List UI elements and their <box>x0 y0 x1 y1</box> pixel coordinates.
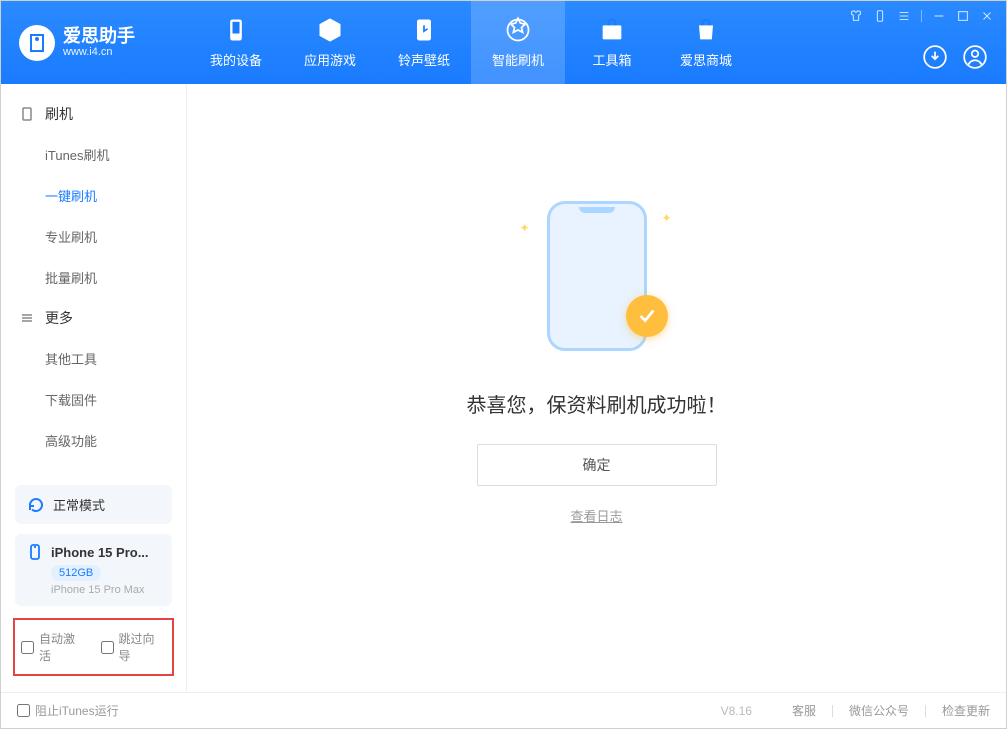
success-illustration: ✦ ✦ <box>532 191 662 361</box>
maximize-icon[interactable] <box>956 9 970 23</box>
app-header: 爱思助手 www.i4.cn 我的设备 应用游戏 铃声壁纸 智能刷机 工具箱 爱… <box>1 1 1006 84</box>
close-icon[interactable] <box>980 9 994 23</box>
sidebar-item-pro-flash[interactable]: 专业刷机 <box>1 216 186 257</box>
sidebar-item-itunes-flash[interactable]: iTunes刷机 <box>1 134 186 175</box>
minimize-icon[interactable] <box>932 9 946 23</box>
tab-smart-flash[interactable]: 智能刷机 <box>471 1 565 84</box>
header-actions <box>922 44 988 70</box>
auto-activate-checkbox[interactable]: 自动激活 <box>21 630 87 664</box>
block-itunes-checkbox[interactable]: 阻止iTunes运行 <box>17 702 119 719</box>
confirm-button[interactable]: 确定 <box>477 444 717 486</box>
footer-link-wechat[interactable]: 微信公众号 <box>849 702 909 719</box>
success-check-icon <box>626 295 668 337</box>
phone-icon[interactable] <box>873 9 887 23</box>
footer-link-support[interactable]: 客服 <box>792 702 816 719</box>
more-icon <box>19 310 35 326</box>
device-card[interactable]: iPhone 15 Pro... 512GB iPhone 15 Pro Max <box>15 534 172 606</box>
device-storage-badge: 512GB <box>51 565 101 581</box>
sidebar-item-other-tools[interactable]: 其他工具 <box>1 338 186 379</box>
version-label: V8.16 <box>721 704 752 718</box>
footer: 阻止iTunes运行 V8.16 客服 微信公众号 检查更新 <box>1 692 1006 728</box>
skip-wizard-checkbox[interactable]: 跳过向导 <box>101 630 167 664</box>
highlighted-options-box: 自动激活 跳过向导 <box>13 618 174 676</box>
tab-toolbox[interactable]: 工具箱 <box>565 1 659 84</box>
sidebar-item-batch-flash[interactable]: 批量刷机 <box>1 257 186 298</box>
user-icon[interactable] <box>962 44 988 70</box>
success-message: 恭喜您，保资料刷机成功啦！ <box>467 389 727 418</box>
sidebar-group-more: 更多 <box>1 298 186 338</box>
tab-apps-games[interactable]: 应用游戏 <box>283 1 377 84</box>
tab-store[interactable]: 爱思商城 <box>659 1 753 84</box>
main-content: ✦ ✦ 恭喜您，保资料刷机成功啦！ 确定 查看日志 <box>187 84 1006 692</box>
device-mode-status[interactable]: 正常模式 <box>15 485 172 524</box>
sidebar: 刷机 iTunes刷机 一键刷机 专业刷机 批量刷机 更多 其他工具 下载固件 … <box>1 84 187 692</box>
app-subtitle: www.i4.cn <box>63 46 135 58</box>
window-controls <box>849 9 994 23</box>
phone-device-icon <box>27 544 43 560</box>
device-name: iPhone 15 Pro... <box>51 545 149 560</box>
logo-icon <box>19 25 55 61</box>
app-title: 爱思助手 <box>63 27 135 47</box>
footer-link-update[interactable]: 检查更新 <box>942 702 990 719</box>
sidebar-item-advanced[interactable]: 高级功能 <box>1 420 186 461</box>
download-icon[interactable] <box>922 44 948 70</box>
menu-icon[interactable] <box>897 9 911 23</box>
device-icon <box>19 106 35 122</box>
sidebar-group-flash: 刷机 <box>1 94 186 134</box>
logo-section: 爱思助手 www.i4.cn <box>1 25 189 61</box>
tab-ringtones-wallpapers[interactable]: 铃声壁纸 <box>377 1 471 84</box>
sidebar-item-download-firmware[interactable]: 下载固件 <box>1 379 186 420</box>
skin-icon[interactable] <box>849 9 863 23</box>
refresh-icon <box>27 496 45 514</box>
sidebar-item-onekey-flash[interactable]: 一键刷机 <box>1 175 186 216</box>
view-log-link[interactable]: 查看日志 <box>570 506 622 525</box>
tab-my-device[interactable]: 我的设备 <box>189 1 283 84</box>
nav-tabs: 我的设备 应用游戏 铃声壁纸 智能刷机 工具箱 爱思商城 <box>189 1 753 84</box>
device-model: iPhone 15 Pro Max <box>51 584 160 596</box>
